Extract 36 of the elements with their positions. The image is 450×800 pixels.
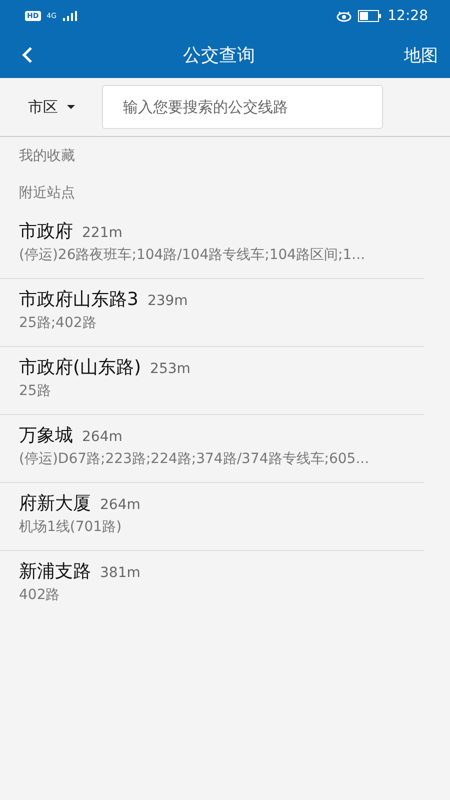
signal-icon <box>62 11 77 21</box>
stop-distance: 264m <box>82 429 122 445</box>
stop-distance: 381m <box>100 565 140 581</box>
stop-item[interactable]: 市政府 221m (停运)26路夜班车;104路/104路专线车;104路区间;1... <box>0 211 424 279</box>
eye-icon <box>336 10 352 22</box>
stop-name: 市政府(山东路) <box>19 356 142 380</box>
stop-distance: 253m <box>150 361 190 377</box>
bus-lines: 机场1线(701路) <box>19 518 123 537</box>
stop-distance: 221m <box>82 225 122 241</box>
caret-icon <box>66 104 76 110</box>
bus-lines: (停运)D67路;223路;224路;374路/374路专线车;605... <box>19 450 370 469</box>
stop-name: 新浦支路 <box>19 560 91 584</box>
clock-time: 12:28 <box>388 8 428 24</box>
stop-item[interactable]: 市政府山东路3 239m 25路;402路 <box>0 279 424 347</box>
search-field[interactable]: 输入您要搜索的公交线路 <box>102 85 383 129</box>
stop-name: 市政府山东路3 <box>19 288 138 312</box>
region-dropdown[interactable]: 市区 <box>28 98 80 116</box>
stop-name: 府新大厦 <box>19 492 91 516</box>
stop-item[interactable]: 万象城 264m (停运)D67路;223路;224路;374路/374路专线车;605... <box>0 415 424 483</box>
bus-lines: 25路 <box>19 382 52 401</box>
map-link[interactable]: 地图 <box>404 44 438 66</box>
stop-item[interactable]: 市政府(山东路) 253m 25路 <box>0 347 424 415</box>
battery-icon <box>358 10 382 22</box>
stop-distance: 239m <box>147 293 188 309</box>
bus-lines: 25路;402路 <box>19 314 98 333</box>
page-title: 公交查询 <box>183 44 255 67</box>
stop-name: 市政府 <box>19 220 73 244</box>
back-icon[interactable] <box>20 46 34 64</box>
stop-name: 万象城 <box>19 424 73 448</box>
stop-item[interactable]: 新浦支路 381m 402路 <box>0 551 424 619</box>
bus-lines: (停运)26路夜班车;104路/104路专线车;104路区间;1... <box>19 246 366 265</box>
stop-distance: 264m <box>100 497 140 513</box>
section-header: 我的收藏 <box>18 147 76 166</box>
section-header: 附近站点 <box>18 184 76 203</box>
stop-item[interactable]: 府新大厦 264m 机场1线(701路) <box>0 483 424 551</box>
bus-lines: 402路 <box>19 586 61 605</box>
